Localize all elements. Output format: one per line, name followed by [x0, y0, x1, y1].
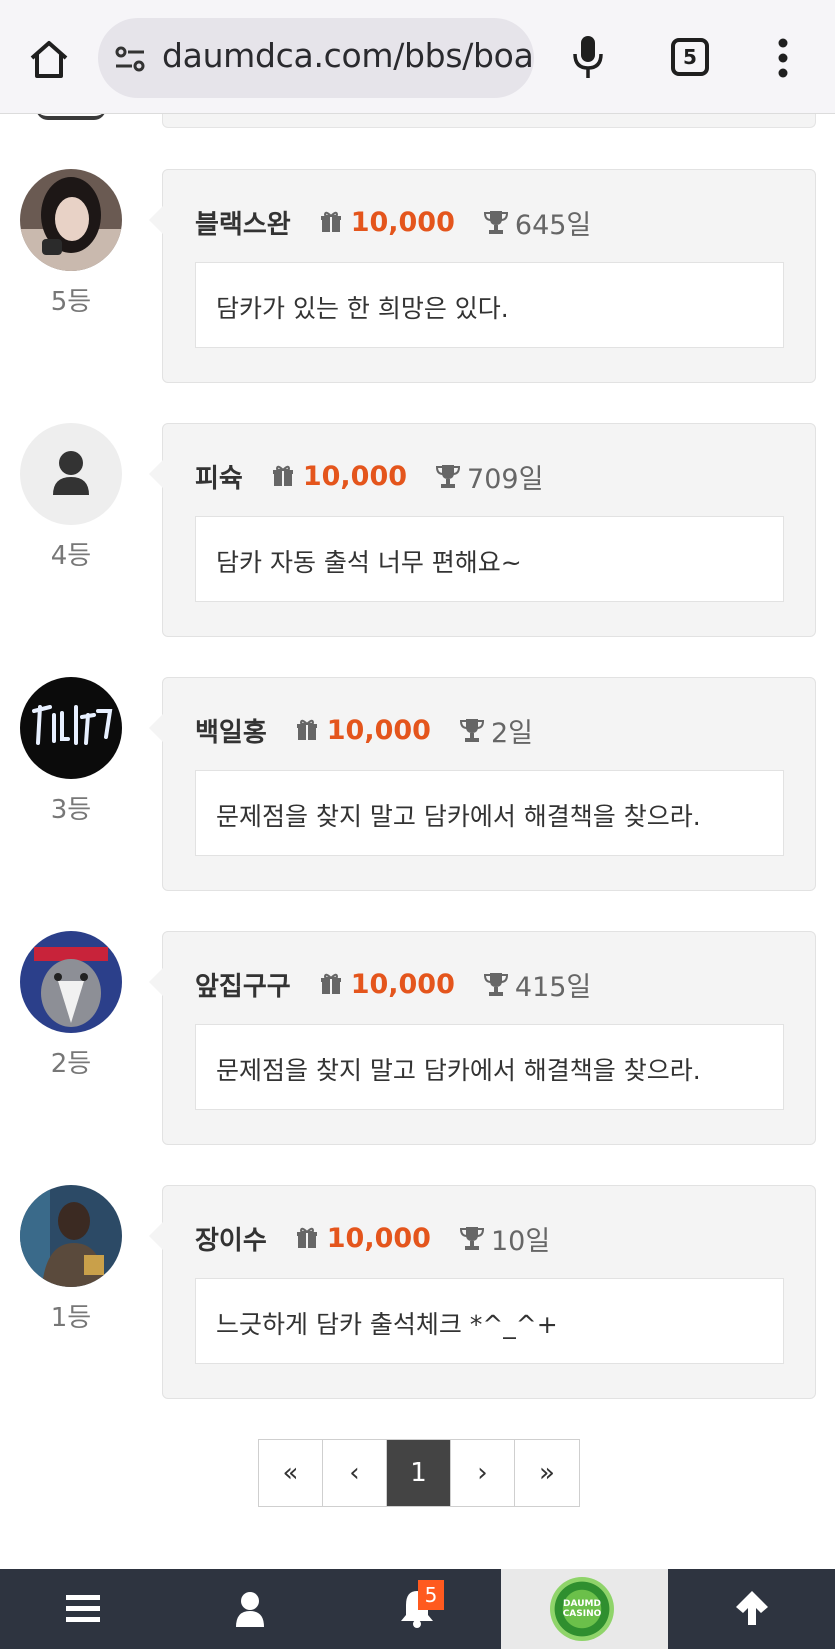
nickname[interactable]: 장이수 [195, 1220, 267, 1257]
comment-message-box: 문제점을 찾지 말고 담카에서 해결책을 찾으라. [195, 1024, 784, 1110]
arrow-up-icon [736, 1591, 768, 1625]
prev-page-button[interactable]: ‹ [323, 1440, 387, 1506]
rank-label: 5등 [50, 287, 92, 317]
rank-label: 1등 [50, 1303, 92, 1333]
trophy-icon [459, 1227, 484, 1250]
comment-message: 느긋하게 담카 출석체크 *^_^+ [216, 1310, 558, 1339]
attendance-days: 2일 [490, 717, 533, 749]
trophy-icon [483, 973, 508, 996]
comment-meta: 블랙스완 10,000 645일 [195, 204, 592, 241]
person-icon [53, 451, 89, 495]
comment-card: 피슉 10,000 709일 담카 자동 출석 너무 편해요~ [149, 423, 816, 637]
comment-message-box: 담카가 있는 한 희망은 있다. [195, 262, 784, 348]
comment-item: 2등 앞집구구 10,000 415일 문제점을 찾지 말고 담카에서 해결책을… [0, 931, 835, 1145]
points-value: 10,000 [326, 1222, 431, 1254]
comment-message-box: 담카 자동 출석 너무 편해요~ [195, 516, 784, 602]
gift-icon [320, 973, 341, 994]
menu-icon [66, 1595, 100, 1622]
comment-message: 문제점을 찾지 말고 담카에서 해결책을 찾으라. [216, 802, 701, 831]
comment-card: 앞집구구 10,000 415일 문제점을 찾지 말고 담카에서 해결책을 찾으… [149, 931, 816, 1145]
comment-meta: 피슉 10,000 709일 [195, 458, 544, 495]
nickname[interactable]: 앞집구구 [195, 966, 291, 1003]
first-page-button[interactable]: « [259, 1440, 323, 1506]
gift-icon [296, 1227, 317, 1248]
avatar [20, 677, 122, 779]
comment-message: 문제점을 찾지 말고 담카에서 해결책을 찾으라. [216, 1056, 701, 1085]
points-value: 10,000 [350, 206, 455, 238]
attendance-days: 645일 [514, 209, 592, 241]
comment-meta: 백일홍 10,000 2일 [195, 712, 533, 749]
next-page-button[interactable]: › [451, 1440, 515, 1506]
points-value: 10,000 [350, 968, 455, 1000]
comment-item: 5등 블랙스완 10,000 645일 담카가 있는 한 희망은 있다. [0, 169, 835, 383]
comment-meta: 장이수 10,000 10일 [195, 1220, 551, 1257]
nickname[interactable]: 블랙스완 [195, 204, 291, 241]
browser-toolbar: daumdca.com/bbs/boar 5 [0, 0, 835, 114]
home-icon[interactable] [26, 36, 72, 82]
nickname[interactable]: 피슉 [195, 458, 243, 495]
gift-icon [296, 719, 317, 740]
gift-icon [320, 211, 341, 232]
comment-card: 장이수 10,000 10일 느긋하게 담카 출석체크 *^_^+ [149, 1185, 816, 1399]
site-settings-icon[interactable] [114, 44, 146, 74]
current-page-button[interactable]: 1 [387, 1440, 451, 1506]
more-options-icon[interactable] [778, 38, 788, 78]
last-page-button[interactable]: » [515, 1440, 579, 1506]
url-text: daumdca.com/bbs/boar [162, 36, 534, 75]
avatar [20, 931, 122, 1033]
points-value: 10,000 [302, 460, 408, 492]
comment-message: 담카가 있는 한 희망은 있다. [216, 294, 509, 323]
comment-item: 1등 장이수 10,000 10일 느긋하게 담카 출석체크 *^_^+ [0, 1185, 835, 1399]
comment-card: 백일홍 10,000 2일 문제점을 찾지 말고 담카에서 해결책을 찾으라. [149, 677, 816, 891]
comment-message-box: 느긋하게 담카 출석체크 *^_^+ [195, 1278, 784, 1364]
trophy-icon [483, 211, 508, 234]
comment-meta: 앞집구구 10,000 415일 [195, 966, 592, 1003]
rank-label: 3등 [50, 795, 92, 825]
casino-logo-text: DAUMD CASINO [562, 1599, 602, 1619]
comment-item: 4등 피슉 10,000 709일 담카 자동 출석 너무 편해요~ [0, 423, 835, 637]
points-value: 10,000 [326, 714, 431, 746]
avatar [20, 169, 122, 271]
tab-switcher-button[interactable]: 5 [671, 38, 709, 76]
comment-message-box: 문제점을 찾지 말고 담카에서 해결책을 찾으라. [195, 770, 784, 856]
microphone-icon[interactable] [570, 34, 606, 80]
attendance-days: 709일 [467, 463, 544, 495]
nickname[interactable]: 백일홍 [195, 712, 267, 749]
user-icon [236, 1592, 264, 1627]
comment-item: 3등 백일홍 10,000 2일 문제점을 찾지 말고 담카에서 해결책을 찾으… [0, 677, 835, 891]
notification-count-badge: 5 [418, 1580, 444, 1610]
member-button[interactable] [167, 1569, 334, 1649]
scroll-top-button[interactable] [668, 1569, 835, 1649]
rank-label: 4등 [50, 541, 92, 571]
default-avatar [20, 423, 122, 525]
comment-card: 블랙스완 10,000 645일 담카가 있는 한 희망은 있다. [149, 169, 816, 383]
gift-icon [272, 465, 293, 486]
pagination: « ‹ 1 › » [258, 1439, 580, 1507]
trophy-icon [459, 719, 484, 742]
comment-message: 담카 자동 출석 너무 편해요~ [216, 548, 522, 577]
rank-label: 2등 [50, 1049, 92, 1079]
casino-logo[interactable]: DAUMD CASINO [550, 1577, 614, 1641]
avatar [20, 1185, 122, 1287]
attendance-days: 415일 [514, 971, 592, 1003]
trophy-icon [436, 465, 461, 488]
menu-button[interactable] [0, 1569, 167, 1649]
address-bar[interactable]: daumdca.com/bbs/boar [98, 18, 534, 98]
attendance-days: 10일 [490, 1225, 551, 1257]
